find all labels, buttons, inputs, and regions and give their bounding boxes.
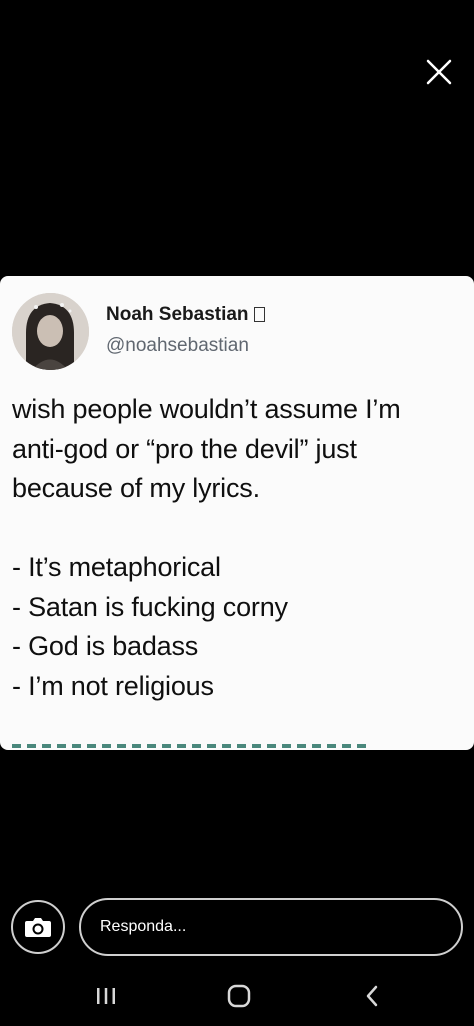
tweet-line: anti-god or “pro the devil” just — [12, 433, 357, 464]
tweet-line: - It’s metaphorical — [12, 552, 221, 582]
close-button[interactable] — [419, 52, 459, 92]
tweet-screenshot-image: Noah Sebastian @noahsebastian wish peopl… — [0, 276, 474, 750]
system-navigation-bar — [0, 966, 474, 1026]
recent-apps-button[interactable] — [86, 980, 126, 1012]
tweet-line: - Satan is fucking corny — [12, 591, 288, 622]
camera-button[interactable] — [11, 900, 65, 954]
tweet-line: - God is badass — [12, 631, 199, 661]
tweet-line: because of my lyrics. — [12, 473, 260, 503]
tweet-text: wish people wouldn’t assume I’m anti-god… — [12, 390, 470, 706]
home-button[interactable] — [219, 980, 259, 1012]
author-display-name: Noah Sebastian — [106, 304, 249, 325]
close-icon — [426, 59, 452, 85]
tweet-author-name: Noah Sebastian — [106, 304, 265, 326]
tweet-line: - I’m not religious — [12, 670, 214, 701]
recent-apps-icon — [97, 988, 115, 1004]
image-viewer-screen: Noah Sebastian @noahsebastian wish peopl… — [0, 0, 474, 1026]
cropped-text-remnant — [12, 744, 372, 748]
camera-icon — [25, 918, 51, 937]
reply-input[interactable]: Responda... — [79, 898, 463, 956]
avatar — [12, 293, 89, 370]
tweet-line: wish people wouldn’t assume I’m — [12, 394, 401, 424]
back-icon — [366, 985, 378, 1007]
home-icon — [227, 984, 251, 1008]
tweet-author-handle: @noahsebastian — [106, 335, 249, 356]
reply-bar: Responda... — [0, 895, 474, 959]
missing-glyph-icon — [253, 307, 265, 322]
back-button[interactable] — [352, 980, 392, 1012]
